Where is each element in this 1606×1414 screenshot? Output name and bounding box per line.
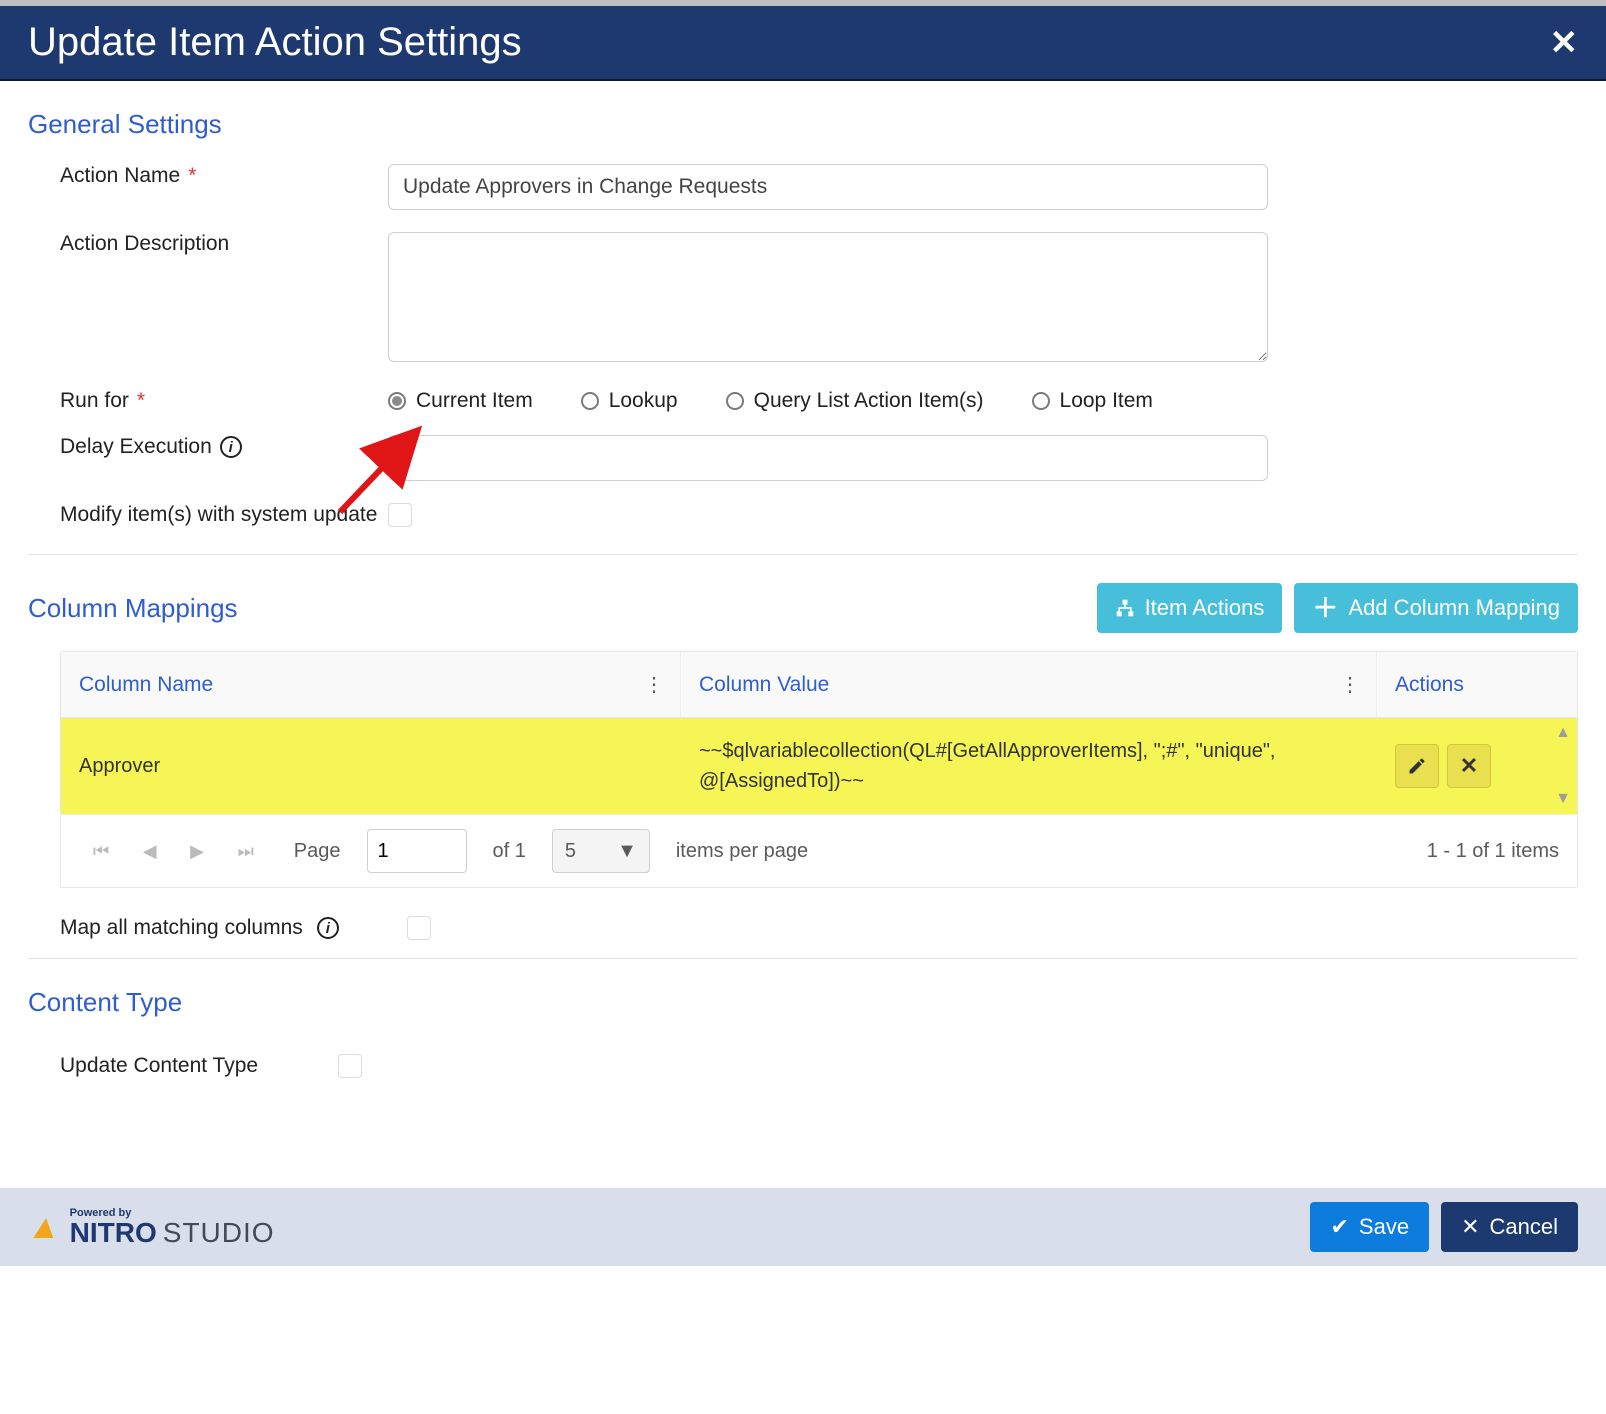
row-move-up-icon[interactable]: ▲ <box>1555 724 1571 742</box>
pager-of-label: of 1 <box>493 840 526 863</box>
delay-execution-label: Delay Execution i <box>28 435 388 459</box>
cell-column-value: ~~$qlvariablecollection(QL#[GetAllApprov… <box>681 718 1377 814</box>
grid-pager: ⏮ ◀ ▶ ⏭ Page of 1 5 ▼ items per page 1 -… <box>61 814 1577 887</box>
cancel-button[interactable]: ✕ Cancel <box>1441 1202 1578 1252</box>
pager-next-icon[interactable]: ▶ <box>190 841 204 861</box>
pager-summary: 1 - 1 of 1 items <box>1427 840 1559 863</box>
action-description-input[interactable] <box>388 232 1268 362</box>
map-all-label: Map all matching columns <box>60 916 303 940</box>
row-move-down-icon[interactable]: ▼ <box>1555 790 1571 808</box>
update-content-type-label: Update Content Type <box>60 1054 258 1078</box>
sitemap-icon <box>1115 598 1135 618</box>
close-icon[interactable]: ✕ <box>1550 23 1579 63</box>
pager-first-icon[interactable]: ⏮ <box>93 841 109 861</box>
info-icon[interactable]: i <box>220 436 242 458</box>
section-content-type-title: Content Type <box>28 987 1578 1018</box>
edit-row-button[interactable] <box>1395 744 1439 788</box>
pager-page-input[interactable] <box>367 829 467 873</box>
pager-prev-icon[interactable]: ◀ <box>143 841 157 861</box>
run-for-radio-group: Current Item Lookup Query List Action It… <box>388 389 1578 413</box>
item-actions-button[interactable]: Item Actions <box>1097 583 1283 633</box>
dialog-header: Update Item Action Settings ✕ <box>0 0 1606 81</box>
action-name-input[interactable] <box>388 164 1268 210</box>
pager-pagesize-select[interactable]: 5 ▼ <box>552 829 650 873</box>
grid-header-actions: Actions <box>1377 652 1577 717</box>
radio-loop-item[interactable]: Loop Item <box>1032 389 1153 413</box>
cell-column-name: Approver <box>61 718 681 814</box>
action-description-label: Action Description <box>28 232 388 256</box>
grid-header-column-name[interactable]: Column Name⋮ <box>61 652 681 717</box>
kebab-icon[interactable]: ⋮ <box>644 672 662 697</box>
pager-nav: ⏮ ◀ ▶ ⏭ <box>79 840 268 863</box>
grid-header-column-value[interactable]: Column Value⋮ <box>681 652 1377 717</box>
dialog-footer: ▲ Powered by NITRO STUDIO ✔ Save ✕ Cance… <box>0 1188 1606 1266</box>
delete-row-button[interactable]: ✕ <box>1447 744 1491 788</box>
modify-system-checkbox[interactable] <box>388 503 412 527</box>
caret-down-icon: ▼ <box>617 840 637 863</box>
divider <box>28 554 1578 555</box>
kebab-icon[interactable]: ⋮ <box>1340 672 1358 697</box>
pager-last-icon[interactable]: ⏭ <box>238 841 254 861</box>
radio-current-item[interactable]: Current Item <box>388 389 533 413</box>
section-general-title: General Settings <box>28 109 1578 140</box>
save-button[interactable]: ✔ Save <box>1310 1202 1429 1252</box>
close-icon: ✕ <box>1460 753 1478 779</box>
map-all-checkbox[interactable] <box>407 916 431 940</box>
run-for-label: Run for* <box>28 389 388 413</box>
radio-query-list[interactable]: Query List Action Item(s) <box>726 389 984 413</box>
divider <box>28 958 1578 959</box>
brand-logo: ▲ Powered by NITRO STUDIO <box>28 1208 275 1247</box>
delay-execution-input[interactable] <box>388 435 1268 481</box>
check-icon: ✔ <box>1330 1214 1348 1240</box>
action-name-label: Action Name* <box>28 164 388 188</box>
section-column-mappings-title: Column Mappings <box>28 593 238 624</box>
radio-lookup[interactable]: Lookup <box>581 389 678 413</box>
modify-system-label: Modify item(s) with system update <box>28 503 388 527</box>
pager-page-label: Page <box>294 840 341 863</box>
table-row[interactable]: Approver ~~$qlvariablecollection(QL#[Get… <box>61 718 1577 814</box>
logo-icon: ▲ <box>25 1208 64 1247</box>
info-icon[interactable]: i <box>317 917 339 939</box>
pencil-icon <box>1407 756 1427 776</box>
add-column-mapping-button[interactable]: ＋ Add Column Mapping <box>1294 583 1578 633</box>
pager-perpage-label: items per page <box>676 840 808 863</box>
close-icon: ✕ <box>1461 1214 1479 1240</box>
update-content-type-checkbox[interactable] <box>338 1054 362 1078</box>
column-mappings-grid: Column Name⋮ Column Value⋮ Actions Appro… <box>60 651 1578 888</box>
dialog-title: Update Item Action Settings <box>28 20 522 65</box>
